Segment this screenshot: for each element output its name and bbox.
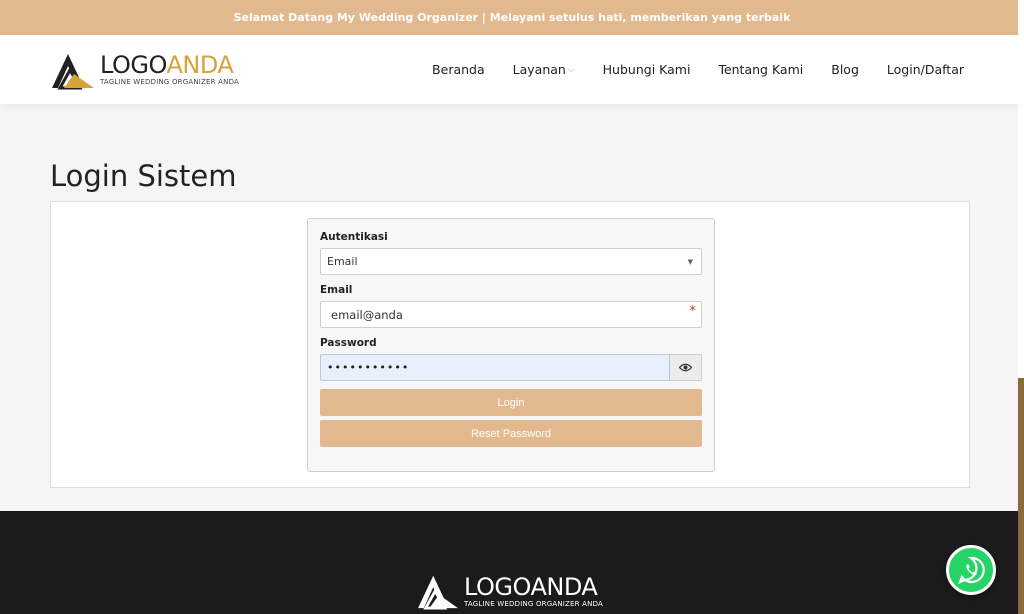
whatsapp-icon (958, 556, 985, 584)
footer-logo[interactable]: LOGOANDA TAGLINE WEDDING ORGANIZER ANDA (416, 572, 603, 610)
main-nav: Beranda Layanan ⌵ Hubungi Kami Tentang Ka… (404, 62, 964, 77)
password-value: ••••••••••• (327, 361, 410, 374)
nav-item-hubungi-kami[interactable]: Hubungi Kami (603, 62, 691, 77)
site-header: LOGOANDA TAGLINE WEDDING ORGANIZER ANDA … (0, 35, 1024, 104)
footer-logo-wordmark: LOGOANDA (464, 572, 598, 601)
announcement-text: Selamat Datang My Wedding Organizer | Me… (233, 11, 791, 24)
footer-logo-tagline: TAGLINE WEDDING ORGANIZER ANDA (464, 599, 604, 608)
main-content: Login Sistem Autentikasi Email ▼ Email e… (0, 104, 1024, 511)
site-logo[interactable]: LOGOANDA TAGLINE WEDDING ORGANIZER ANDA (50, 50, 239, 90)
email-field[interactable]: email@anda * (320, 301, 702, 328)
nav-item-blog[interactable]: Blog (831, 62, 859, 77)
chevron-down-icon: ⌵ (567, 64, 575, 75)
nav-item-login-daftar[interactable]: Login/Daftar (887, 62, 964, 77)
login-button[interactable]: Login (320, 389, 702, 416)
password-label: Password (320, 337, 377, 349)
email-value: email@anda (331, 307, 403, 322)
toggle-password-button[interactable] (670, 354, 702, 381)
password-group: ••••••••••• (320, 354, 702, 381)
site-footer: LOGOANDA TAGLINE WEDDING ORGANIZER ANDA (0, 511, 1024, 614)
auth-select[interactable]: Email ▼ (320, 248, 702, 275)
auth-label: Autentikasi (320, 231, 388, 243)
eye-icon (679, 363, 692, 372)
scrollbar-thumb[interactable] (1018, 378, 1024, 614)
logo-mark-icon (52, 53, 94, 89)
reset-password-button[interactable]: Reset Password (320, 420, 702, 447)
login-form: Autentikasi Email ▼ Email email@anda * P… (307, 218, 715, 472)
top-announcement-bar: Selamat Datang My Wedding Organizer | Me… (0, 0, 1024, 35)
required-asterisk-icon: * (689, 304, 697, 319)
logo-tagline: TAGLINE WEDDING ORGANIZER ANDA (100, 78, 240, 86)
nav-item-tentang-kami[interactable]: Tentang Kami (718, 62, 803, 77)
logo-mark-icon (418, 575, 458, 610)
whatsapp-button[interactable] (946, 545, 996, 595)
nav-item-beranda[interactable]: Beranda (432, 62, 485, 77)
password-field[interactable]: ••••••••••• (320, 354, 670, 381)
login-card: Autentikasi Email ▼ Email email@anda * P… (50, 201, 970, 488)
page-title: Login Sistem (50, 159, 237, 193)
caret-down-icon: ▼ (687, 258, 693, 266)
logo-wordmark: LOGOANDA (100, 51, 234, 79)
email-label: Email (320, 284, 353, 296)
nav-item-layanan[interactable]: Layanan ⌵ (513, 62, 575, 77)
auth-select-value: Email (327, 255, 358, 268)
